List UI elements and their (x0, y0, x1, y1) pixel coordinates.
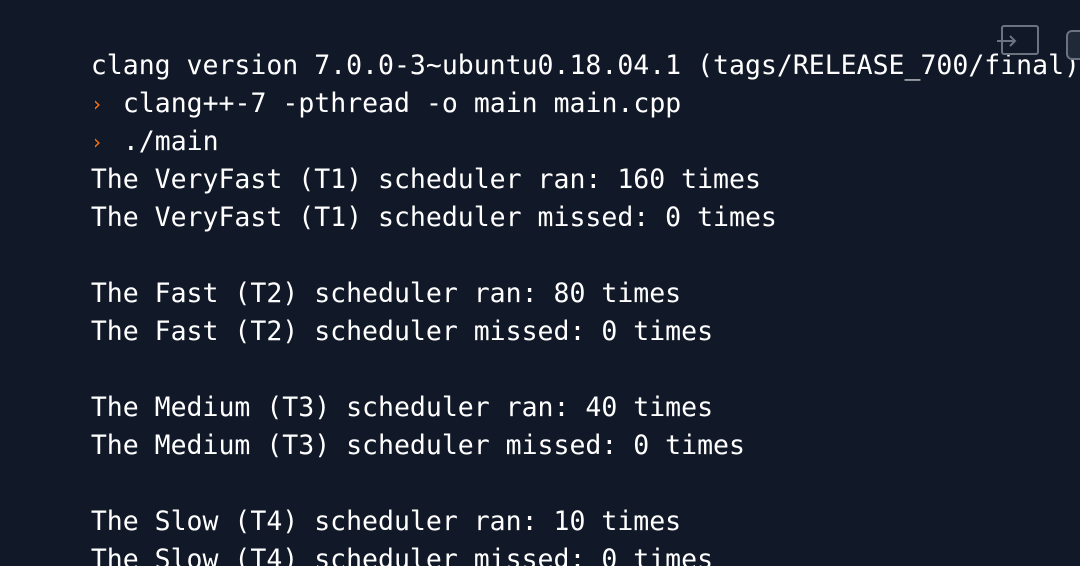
output-text: The Slow (T4) scheduler missed: 0 times (90, 544, 714, 566)
output-line: clang version 7.0.0-3~ubuntu0.18.04.1 (t… (27, 9, 1080, 81)
copy-to-clipboard-button[interactable] (997, 25, 1039, 55)
output-text: The Slow (T4) scheduler ran: 10 times (90, 506, 682, 537)
output-text: The VeryFast (T1) scheduler ran: 160 tim… (90, 164, 761, 195)
output-text: The VeryFast (T1) scheduler missed: 0 ti… (90, 202, 777, 233)
command-text: ./main (122, 126, 219, 157)
side-panel-toggle-button[interactable] (1066, 30, 1080, 60)
command-text: clang++-7 -pthread -o main main.cpp (122, 88, 682, 119)
output-text: The Medium (T3) scheduler missed: 0 time… (90, 430, 745, 461)
prompt-chevron-icon: › (90, 92, 103, 116)
terminal-console[interactable]: clang version 7.0.0-3~ubuntu0.18.04.1 (t… (0, 0, 1080, 566)
output-line: The Fast (T2) scheduler ran: 80 times (27, 237, 1080, 309)
output-text: The Fast (T2) scheduler missed: 0 times (90, 316, 714, 347)
output-text: clang version 7.0.0-3~ubuntu0.18.04.1 (t… (90, 50, 1080, 81)
output-text: The Medium (T3) scheduler ran: 40 times (90, 392, 714, 423)
output-line: The Medium (T3) scheduler ran: 40 times (27, 351, 1080, 423)
output-line: The Slow (T4) scheduler ran: 10 times (27, 465, 1080, 537)
prompt-chevron-icon: › (90, 130, 103, 154)
output-text: The Fast (T2) scheduler ran: 80 times (90, 278, 682, 309)
